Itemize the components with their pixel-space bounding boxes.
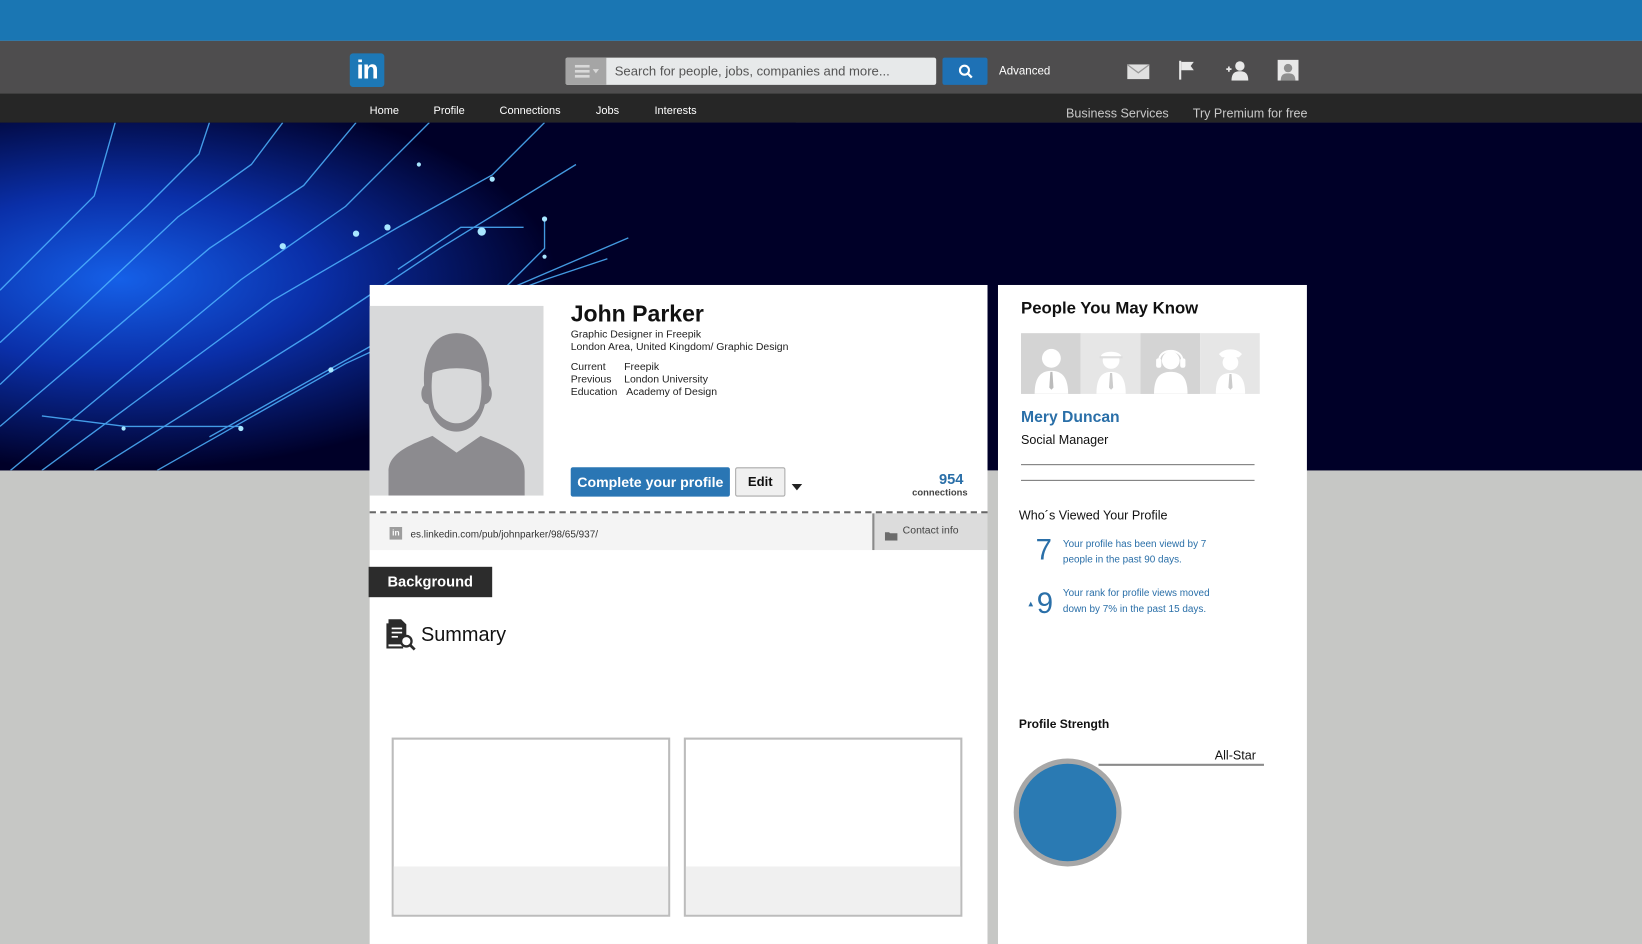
folder-icon bbox=[884, 527, 898, 541]
profile-rank-number[interactable]: 9 bbox=[1037, 587, 1053, 621]
profile-views-text-line1: Your profile has been viewd by 7 bbox=[1062, 538, 1207, 551]
search-button[interactable] bbox=[942, 57, 988, 85]
main-nav-bar bbox=[0, 93, 1642, 123]
search-category-dropdown[interactable] bbox=[565, 57, 607, 85]
media-caption-area bbox=[685, 866, 961, 915]
add-connection-icon[interactable] bbox=[1225, 59, 1250, 82]
connections-count[interactable]: 954 bbox=[901, 470, 963, 487]
profile-name: John Parker bbox=[570, 300, 704, 327]
edit-profile-button[interactable]: Edit bbox=[735, 467, 786, 497]
summary-document-icon bbox=[384, 617, 416, 651]
suggested-person-title: Social Manager bbox=[1021, 432, 1109, 448]
suggested-person-4[interactable] bbox=[1200, 333, 1260, 394]
profile-strength-level: All-Star bbox=[1214, 748, 1256, 763]
profile-headline: Graphic Designer in Freepik bbox=[570, 328, 702, 341]
profile-rank-text-line2: down by 7% in the past 15 days. bbox=[1062, 603, 1207, 615]
profile-strength-meter[interactable] bbox=[1013, 758, 1122, 867]
suggested-person-1[interactable] bbox=[1021, 333, 1081, 394]
nav-home[interactable]: Home bbox=[370, 105, 399, 118]
nav-profile[interactable]: Profile bbox=[434, 105, 465, 118]
advanced-search-link[interactable]: Advanced bbox=[999, 65, 1050, 78]
try-premium-link[interactable]: Try Premium for free bbox=[1193, 106, 1308, 121]
officer-silhouette-icon bbox=[1215, 349, 1245, 394]
whos-viewed-title: Who´s Viewed Your Profile bbox=[1018, 508, 1168, 523]
detail-value-current[interactable]: Freepik bbox=[624, 361, 659, 373]
summary-title: Summary bbox=[420, 624, 507, 647]
detail-label-current: Current bbox=[570, 361, 606, 373]
profile-photo[interactable] bbox=[369, 305, 544, 496]
divider bbox=[1021, 464, 1255, 466]
caret-down-icon bbox=[791, 484, 803, 491]
linkedin-profile-page: in Advanced Home Profile Connections Job… bbox=[0, 0, 1642, 944]
detail-value-education[interactable]: Academy of Design bbox=[626, 387, 717, 399]
worker-silhouette-icon bbox=[1095, 351, 1126, 394]
suggested-person-2[interactable] bbox=[1080, 333, 1141, 394]
rank-trend-icon: ▴ bbox=[1028, 598, 1034, 609]
background-section-tab[interactable]: Background bbox=[368, 566, 493, 598]
default-avatar-icon bbox=[388, 333, 525, 496]
headset-silhouette-icon bbox=[1153, 349, 1188, 394]
linkedin-logo[interactable]: in bbox=[349, 53, 385, 87]
nav-jobs[interactable]: Jobs bbox=[596, 105, 619, 118]
profile-rank-text-line1: Your rank for profile views moved bbox=[1062, 587, 1210, 600]
person-silhouette-icon bbox=[1034, 348, 1068, 394]
detail-label-education: Education bbox=[570, 386, 618, 399]
profile-views-count[interactable]: 7 bbox=[1036, 533, 1052, 567]
account-avatar-icon[interactable] bbox=[1277, 59, 1300, 82]
nav-interests[interactable]: Interests bbox=[655, 105, 697, 118]
suggested-person-name[interactable]: Mery Duncan bbox=[1021, 409, 1120, 427]
nav-connections[interactable]: Connections bbox=[500, 105, 561, 118]
connections-label: connections bbox=[912, 487, 968, 498]
people-you-may-know-title: People You May Know bbox=[1021, 299, 1199, 318]
messages-icon[interactable] bbox=[1126, 61, 1151, 82]
detail-value-previous[interactable]: London University bbox=[624, 374, 708, 386]
search-input[interactable] bbox=[606, 57, 937, 85]
media-placeholder-1[interactable] bbox=[391, 737, 671, 917]
media-caption-area bbox=[393, 866, 669, 915]
media-placeholder-2[interactable] bbox=[683, 737, 963, 917]
business-services-link[interactable]: Business Services bbox=[1066, 106, 1169, 121]
list-menu-icon bbox=[574, 64, 599, 78]
profile-views-text-line2: people in the past 90 days. bbox=[1062, 554, 1182, 566]
linkedin-small-icon: in bbox=[389, 526, 403, 540]
divider bbox=[1021, 479, 1255, 481]
suggested-person-3[interactable] bbox=[1140, 333, 1201, 394]
profile-strength-title: Profile Strength bbox=[1018, 718, 1110, 732]
detail-label-previous: Previous bbox=[570, 374, 612, 386]
strength-indicator-line bbox=[1098, 763, 1264, 766]
notifications-flag-icon[interactable] bbox=[1176, 59, 1197, 82]
complete-profile-button[interactable]: Complete your profile bbox=[570, 467, 730, 497]
public-profile-url[interactable]: es.linkedin.com/pub/johnparker/98/65/937… bbox=[411, 529, 598, 541]
browser-top-bar bbox=[0, 0, 1642, 41]
column-gap bbox=[987, 470, 998, 944]
contact-info-label[interactable]: Contact info bbox=[903, 525, 959, 537]
search-icon bbox=[958, 64, 973, 79]
edit-options-dropdown[interactable] bbox=[791, 478, 804, 491]
profile-location: London Area, United Kingdom/ Graphic Des… bbox=[570, 341, 789, 354]
